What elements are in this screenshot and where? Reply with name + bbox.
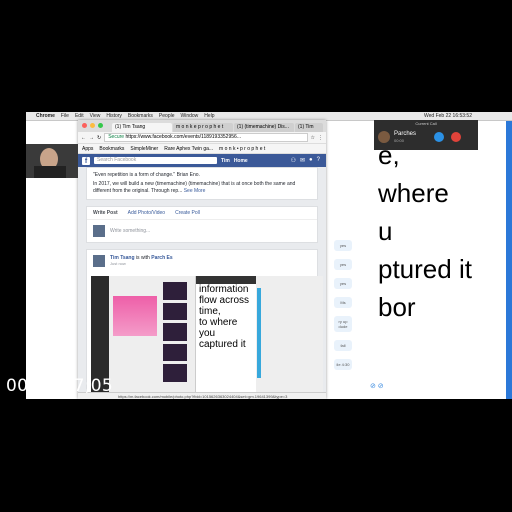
forward-icon[interactable]: → [89, 135, 94, 141]
post-screenshot-image[interactable]: information flow across time, to where y… [91, 276, 323, 392]
friends-icon[interactable]: ⚇ [291, 157, 296, 164]
with-text: is with [135, 255, 150, 261]
avatar [93, 225, 105, 237]
caller-avatar [378, 131, 390, 143]
see-more-link[interactable]: See More [184, 188, 206, 194]
bookmark-bookmarks[interactable]: Bookmarks [99, 146, 124, 152]
composer-input[interactable]: Write something... [110, 228, 150, 234]
menu-edit[interactable]: Edit [75, 113, 84, 119]
secure-label: Secure [108, 134, 125, 140]
menu-view[interactable]: View [90, 113, 101, 119]
menu-help[interactable]: Help [204, 113, 214, 119]
right-edge-panel [506, 121, 512, 399]
call-info-icon[interactable] [434, 132, 444, 142]
bookmark-apps[interactable]: Apps [82, 146, 93, 152]
post-timestamp[interactable]: Just now [110, 261, 173, 266]
profile-link[interactable]: Tim [221, 158, 230, 164]
chat-bubble: fall [334, 340, 352, 351]
status-bar-url: https://m.facebook.com/mobile/photo.php?… [78, 392, 326, 399]
avatar [93, 255, 105, 267]
minimize-window-icon[interactable] [90, 123, 95, 128]
notifications-icon[interactable]: ● [309, 157, 313, 164]
chat-bubble: yes [334, 240, 352, 251]
webcam-overlay [26, 144, 78, 178]
event-description: "Even repetition is a form of change." B… [86, 167, 318, 200]
chat-bubble: yes [334, 278, 352, 289]
bookmark-rare-aphex[interactable]: Rare Aphex Twin ga... [164, 146, 213, 152]
screenshot-caption-text: information flow across time, to where y… [199, 284, 250, 350]
call-duration: 00:00 [394, 138, 405, 143]
menu-chrome[interactable]: Chrome [36, 113, 55, 119]
menu-dots-icon[interactable]: ⋮ [318, 135, 323, 141]
url-text: https://www.facebook.com/events/11891933… [125, 134, 241, 140]
facebook-logo-icon[interactable]: f [82, 156, 90, 165]
facebook-search-input[interactable]: Search Facebook [94, 157, 217, 164]
bookmark-simpleminer[interactable]: SimpleMiner [130, 146, 158, 152]
zoom-window-icon[interactable] [98, 123, 103, 128]
call-panel: Current Call Parches 00:00 [374, 120, 478, 150]
hang-up-icon[interactable] [451, 132, 461, 142]
tab-strip: (1) Tim Tsang m o n k e p r o p h e t (1… [78, 120, 326, 132]
menu-history[interactable]: History [106, 113, 122, 119]
menu-bookmarks[interactable]: Bookmarks [128, 113, 153, 119]
post-composer: Write Post Add Photo/Video Create Poll W… [86, 206, 318, 243]
star-icon[interactable]: ☆ [311, 135, 315, 141]
chat-bubble: ry up dude [334, 316, 352, 332]
bookmarks-bar: Apps Bookmarks SimpleMiner Rare Aphex Tw… [78, 144, 326, 154]
close-window-icon[interactable] [82, 123, 87, 128]
home-link[interactable]: Home [234, 158, 248, 164]
chat-messages: yes yes yes Ms ry up dude fall ile 4:30 [334, 240, 352, 378]
messages-icon[interactable]: ✉ [300, 157, 305, 164]
help-icon[interactable]: ? [317, 157, 320, 164]
video-timecode: 00:01:27;05 [6, 376, 114, 396]
menu-window[interactable]: Window [181, 113, 199, 119]
write-post-tab[interactable]: Write Post [93, 210, 118, 216]
add-photo-video-tab[interactable]: Add Photo/Video [128, 210, 165, 216]
chrome-window: (1) Tim Tsang m o n k e p r o p h e t (1… [78, 120, 326, 399]
chat-bubble: ile 4:30 [334, 359, 352, 370]
caller-name: Parches [394, 131, 417, 137]
tagged-person[interactable]: Parch Es [151, 255, 172, 261]
menu-clock[interactable]: Wed Feb 22 16:53:52 [424, 113, 512, 119]
create-poll-tab[interactable]: Create Poll [175, 210, 200, 216]
tab-timemachine[interactable]: (1) (timemachine) Dis... [234, 123, 294, 132]
feed-post: Tim Tsang is with Parch Es Just now info… [86, 249, 323, 399]
facebook-top-bar: f Search Facebook Tim Home ⚇ ✉ ● ? [78, 154, 326, 167]
reload-icon[interactable]: ↻ [97, 135, 101, 141]
quote-text: "Even repetition is a form of change." B… [93, 172, 200, 178]
attachment-icon[interactable]: ⊘ ⊘ [370, 382, 384, 390]
tab-tim[interactable]: (1) Tim [295, 123, 323, 132]
back-icon[interactable]: ← [81, 135, 86, 141]
chat-bubble: Ms [334, 297, 352, 308]
tab-tim-tsang[interactable]: (1) Tim Tsang [112, 123, 172, 132]
address-bar-row: ← → ↻ Secure https://www.facebook.com/ev… [78, 132, 326, 144]
screen-recording-frame: Chrome File Edit View History Bookmarks … [26, 112, 512, 399]
menu-people[interactable]: People [159, 113, 175, 119]
bookmark-monk-prophet[interactable]: m o n k • p r o p h e t [219, 146, 265, 152]
address-bar[interactable]: Secure https://www.facebook.com/events/1… [104, 133, 308, 142]
menu-file[interactable]: File [61, 113, 69, 119]
slide-text: e, where u ptured it bor [378, 140, 472, 322]
chat-bubble: yes [334, 259, 352, 270]
call-header: Current Call [415, 121, 437, 126]
tab-monk-prophet[interactable]: m o n k e p r o p h e t [173, 123, 233, 132]
